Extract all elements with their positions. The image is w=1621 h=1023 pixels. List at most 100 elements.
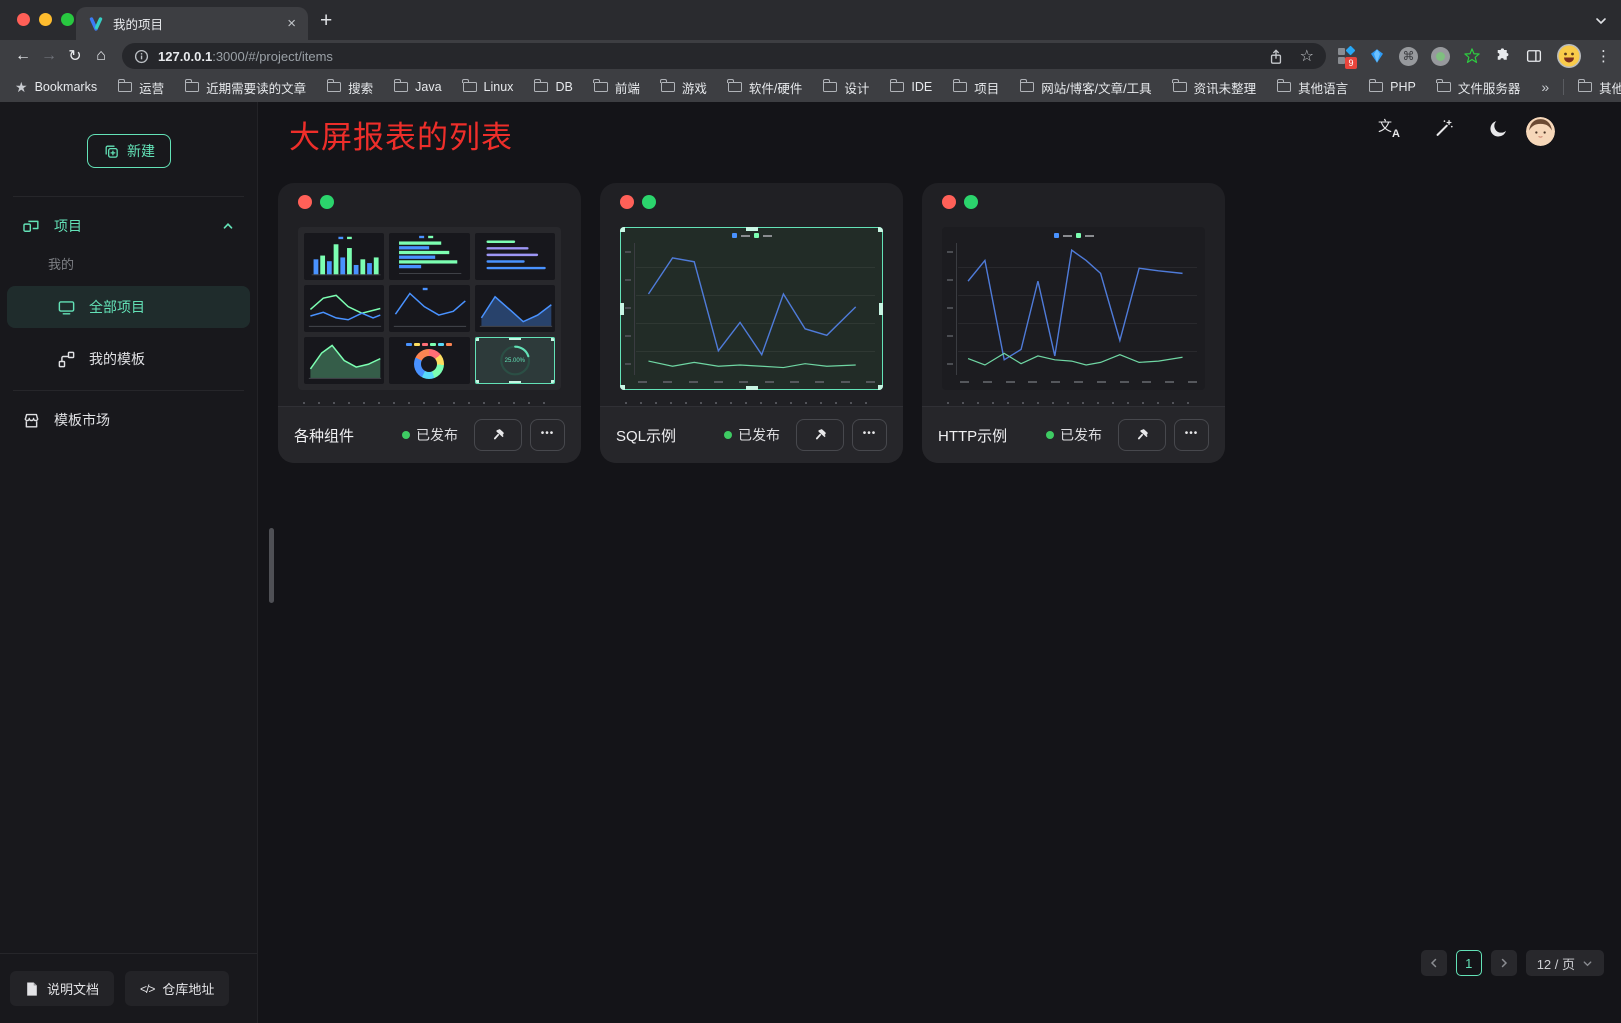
other-bookmarks[interactable]: 其他书签 xyxy=(1578,78,1621,97)
card-footer: HTTP示例 已发布 ••• xyxy=(922,406,1225,463)
folder-icon xyxy=(594,82,608,92)
gauge-value: 25.00% xyxy=(476,358,554,364)
bookmark-folder[interactable]: Linux xyxy=(463,80,514,94)
share-icon[interactable] xyxy=(1268,48,1284,65)
close-window-button[interactable] xyxy=(17,13,30,26)
extension-badge: 9 xyxy=(1345,57,1357,69)
address-bar[interactable]: 127.0.0.1:3000/#/project/items ☆ xyxy=(122,43,1326,69)
page-size-select[interactable]: 12 / 页 xyxy=(1526,950,1604,976)
bookmarks-overflow-chevron[interactable]: » xyxy=(1541,79,1549,95)
edit-project-button[interactable] xyxy=(474,419,522,451)
mini-area-chart xyxy=(475,285,555,332)
bookmark-folder[interactable]: 设计 xyxy=(823,78,869,97)
forward-button[interactable]: → xyxy=(36,47,62,65)
extension-star-icon[interactable] xyxy=(1463,47,1481,65)
new-tab-button[interactable]: + xyxy=(320,9,332,33)
bookmark-folder[interactable]: 网站/博客/文章/工具 xyxy=(1020,78,1151,97)
repo-button[interactable]: </> 仓库地址 xyxy=(125,971,229,1006)
page-number-button[interactable]: 1 xyxy=(1456,950,1482,976)
extension-command-icon[interactable]: ⌘ xyxy=(1399,47,1418,66)
bookmark-folder[interactable]: IDE xyxy=(890,80,932,94)
scrollbar-thumb[interactable] xyxy=(269,528,274,603)
chrome-menu-icon[interactable]: ⋮ xyxy=(1596,47,1611,65)
bookmark-folder[interactable]: 游戏 xyxy=(661,78,707,97)
extension-record-icon[interactable] xyxy=(1431,47,1450,66)
zoom-window-button[interactable] xyxy=(61,13,74,26)
edit-project-button[interactable] xyxy=(796,419,844,451)
mini-line-chart xyxy=(304,285,384,332)
profile-avatar-emoji[interactable] xyxy=(1556,43,1582,69)
storefront-icon xyxy=(22,411,41,430)
sidebar-item-template-market[interactable]: 模板市场 xyxy=(0,400,257,440)
card-footer: SQL示例 已发布 ••• xyxy=(600,406,903,463)
tab-search-icon[interactable] xyxy=(1594,14,1608,28)
code-icon: </> xyxy=(140,982,154,996)
docs-button[interactable]: 说明文档 xyxy=(10,971,114,1006)
window-controls[interactable] xyxy=(17,13,74,26)
extensions-puzzle-icon[interactable] xyxy=(1494,47,1512,65)
more-options-button[interactable]: ••• xyxy=(852,419,887,451)
selection-handle xyxy=(509,381,521,384)
bookmark-folder[interactable]: DB xyxy=(534,80,572,94)
reload-button[interactable]: ↻ xyxy=(62,46,88,66)
card-footer: 各种组件 已发布 ••• xyxy=(278,406,581,463)
bookmark-folder[interactable]: 软件/硬件 xyxy=(728,78,802,97)
close-tab-icon[interactable]: × xyxy=(287,15,296,32)
next-page-button[interactable] xyxy=(1491,950,1517,976)
bookmark-star-icon[interactable]: ☆ xyxy=(1300,46,1314,66)
user-avatar[interactable] xyxy=(1526,117,1555,146)
new-project-button[interactable]: 新建 xyxy=(87,134,171,168)
site-info-icon[interactable] xyxy=(134,49,149,64)
folder-icon xyxy=(728,82,742,92)
more-options-button[interactable]: ••• xyxy=(530,419,565,451)
tab-title: 我的项目 xyxy=(113,14,163,33)
chevron-left-icon xyxy=(1428,957,1440,969)
status-badge: 已发布 xyxy=(402,425,458,445)
project-thumbnail[interactable]: 25.00% xyxy=(298,227,561,390)
green-dot xyxy=(642,195,656,209)
mini-line-chart xyxy=(389,285,469,332)
sidebar-item-all-projects[interactable]: 全部项目 xyxy=(7,286,250,328)
bookmark-folder[interactable]: 资讯未整理 xyxy=(1173,78,1257,97)
sidebar-item-my-templates[interactable]: 我的模板 xyxy=(7,338,250,380)
sidebar-footer: 说明文档 </> 仓库地址 xyxy=(0,953,257,1023)
bookmark-folder[interactable]: 近期需要读的文章 xyxy=(185,78,306,97)
project-thumbnail[interactable] xyxy=(620,227,883,390)
copy-plus-icon xyxy=(103,143,120,160)
browser-tab[interactable]: 我的项目 × xyxy=(76,7,308,40)
bookmark-folder[interactable]: 项目 xyxy=(953,78,999,97)
extension-grid-icon[interactable]: 9 xyxy=(1338,48,1355,65)
bookmark-folder[interactable]: 前端 xyxy=(594,78,640,97)
bookmarks-manager[interactable]: ★ Bookmarks xyxy=(15,79,97,96)
project-card[interactable]: HTTP示例 已发布 ••• xyxy=(922,183,1225,463)
edit-project-button[interactable] xyxy=(1118,419,1166,451)
more-options-button[interactable]: ••• xyxy=(1174,419,1209,451)
bookmark-folder[interactable]: 搜索 xyxy=(327,78,373,97)
extension-gem-icon[interactable] xyxy=(1368,47,1386,65)
minimize-window-button[interactable] xyxy=(39,13,52,26)
side-panel-icon[interactable] xyxy=(1525,47,1543,65)
magic-wand-icon[interactable] xyxy=(1433,117,1455,139)
bookmark-folder[interactable]: 运营 xyxy=(118,78,164,97)
ellipsis-icon: ••• xyxy=(541,428,555,439)
sidebar: 新建 项目 我的 全部项目 xyxy=(0,102,258,1023)
sidebar-section-projects[interactable]: 项目 xyxy=(0,206,257,246)
monitor-icon xyxy=(57,298,76,317)
home-button[interactable]: ⌂ xyxy=(88,47,114,65)
project-card[interactable]: 25.00% 各种组件 已发布 xyxy=(278,183,581,463)
chevron-up-icon[interactable] xyxy=(221,219,235,233)
project-thumbnail[interactable] xyxy=(942,227,1205,390)
dark-mode-moon-icon[interactable] xyxy=(1488,118,1509,139)
status-badge: 已发布 xyxy=(1046,425,1102,445)
bookmark-folder[interactable]: 其他语言 xyxy=(1277,78,1348,97)
project-card[interactable]: SQL示例 已发布 ••• xyxy=(600,183,903,463)
prev-page-button[interactable] xyxy=(1421,950,1447,976)
back-button[interactable]: ← xyxy=(10,47,36,65)
bookmark-folder[interactable]: PHP xyxy=(1369,80,1416,94)
sidebar-divider xyxy=(13,196,244,197)
translate-icon[interactable]: 文 A xyxy=(1378,117,1400,139)
bookmark-folder[interactable]: Java xyxy=(394,80,441,94)
bookmark-folder[interactable]: 文件服务器 xyxy=(1437,78,1521,97)
status-dot xyxy=(1046,431,1054,439)
status-dot xyxy=(724,431,732,439)
